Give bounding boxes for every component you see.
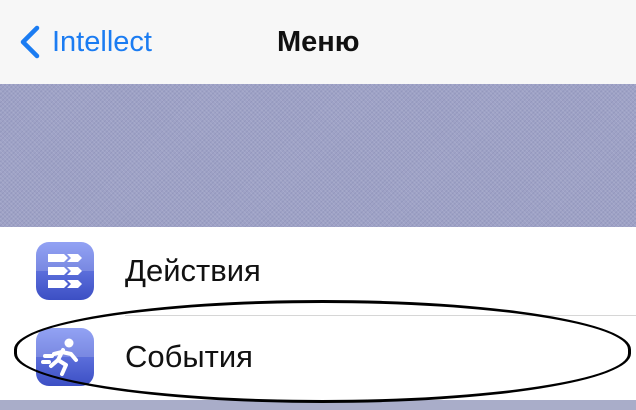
menu-item-actions[interactable]: Действия [0,229,636,316]
menu-item-label: События [125,339,253,374]
list-footer-strip [0,400,636,410]
navigation-bar: Intellect Меню [0,0,636,84]
menu-item-events[interactable]: События [0,315,636,399]
page-title: Меню [277,26,360,58]
menu-list: Действия События [0,227,636,410]
menu-item-label: Действия [125,253,261,288]
back-button[interactable]: Intellect [18,22,152,62]
chevron-left-icon [18,25,42,59]
screen: Intellect Меню Действия События [0,0,636,410]
back-button-label: Intellect [52,26,152,58]
running-person-icon [36,328,94,386]
header-banner [0,84,636,227]
actions-icon [36,242,94,300]
